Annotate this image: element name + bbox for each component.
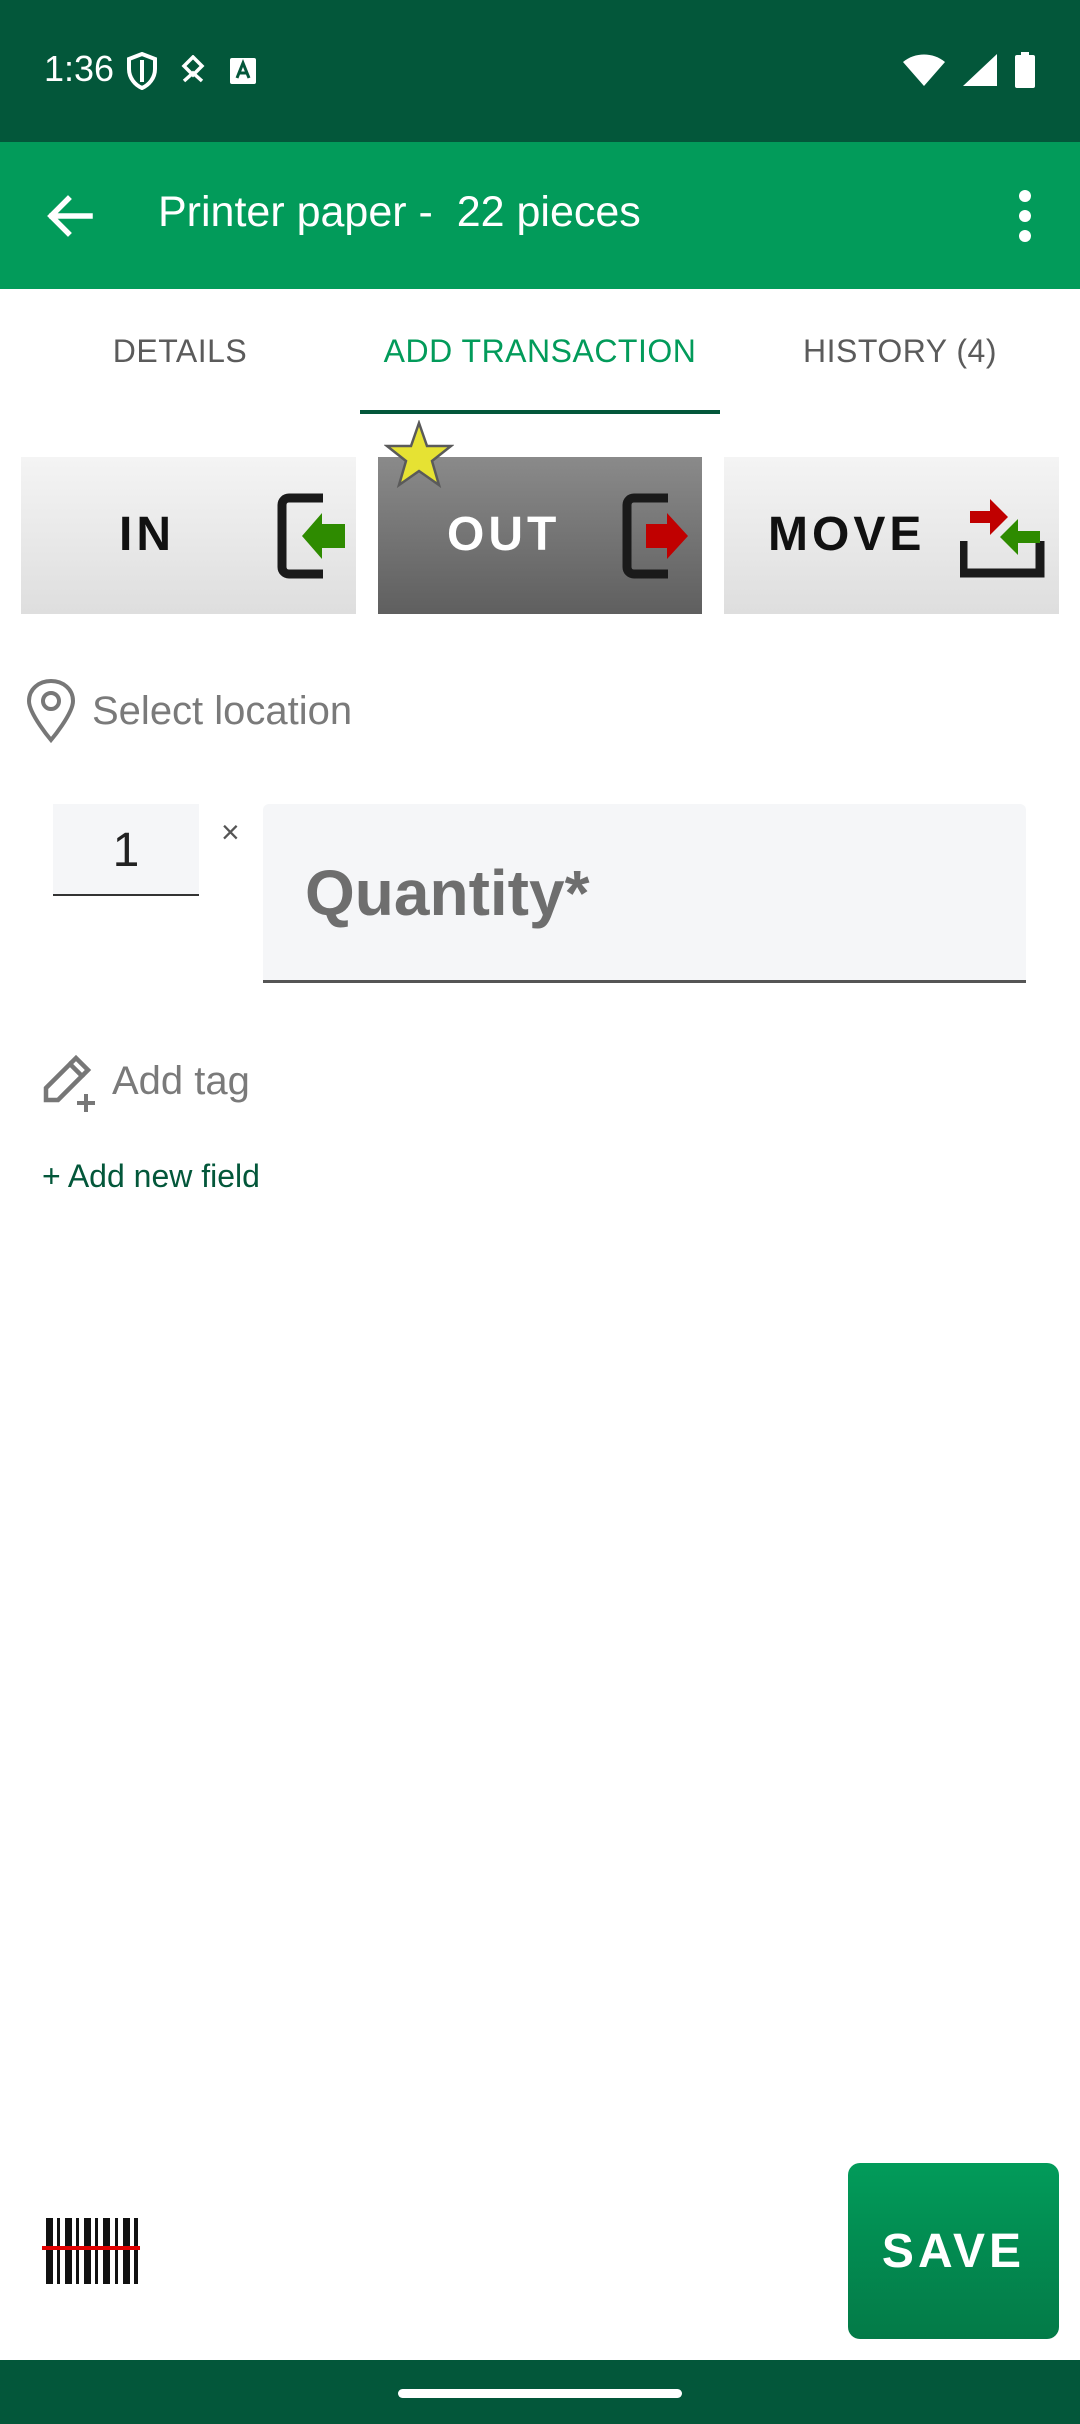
tab-history[interactable]: HISTORY (4) (720, 289, 1080, 414)
location-pin-icon (26, 678, 76, 744)
add-tag-label: Add tag (112, 1058, 250, 1103)
quantity-placeholder: Quantity* (305, 857, 590, 929)
tab-details[interactable]: DETAILS (0, 289, 360, 414)
check-in-icon (277, 493, 345, 579)
status-bar: 1:36 (0, 0, 1080, 142)
home-handle[interactable] (398, 2389, 682, 2398)
add-tag-icon (43, 1054, 95, 1112)
barcode-scan-icon[interactable] (42, 2216, 140, 2286)
status-icons-left (126, 52, 258, 90)
active-tab-indicator (360, 410, 720, 414)
times-symbol: × (221, 814, 240, 850)
wifi-icon (903, 54, 945, 86)
tab-bar: DETAILS ADD TRANSACTION HISTORY (4) (0, 289, 1080, 414)
data-saver-icon (181, 55, 205, 83)
move-button-label: MOVE (768, 508, 926, 561)
battery-icon (1015, 52, 1035, 88)
navigation-bar (0, 2360, 1080, 2424)
more-vert-icon[interactable] (1000, 186, 1050, 246)
add-tag-button[interactable]: Add tag (40, 1048, 250, 1114)
favorite-star-icon (384, 420, 454, 489)
check-out-icon (622, 493, 688, 579)
in-button[interactable]: IN (21, 457, 356, 614)
add-new-field-link[interactable]: + Add new field (42, 1158, 260, 1195)
text-icon (230, 58, 256, 84)
in-button-label: IN (119, 508, 175, 561)
select-location[interactable]: Select location (24, 676, 352, 746)
select-location-label: Select location (92, 688, 353, 733)
status-icons-right (902, 52, 1036, 88)
out-button-label: OUT (447, 508, 561, 561)
page-title: Printer paper - 22 pieces (158, 188, 641, 236)
tab-add-transaction[interactable]: ADD TRANSACTION (360, 289, 720, 414)
multiplier-input[interactable]: 1 (53, 804, 199, 896)
arrow-back-icon[interactable] (40, 186, 100, 246)
app-bar: Printer paper - 22 pieces (0, 142, 1080, 289)
shield-icon (127, 52, 157, 90)
move-button[interactable]: MOVE (724, 457, 1059, 614)
signal-icon (963, 54, 997, 86)
quantity-input[interactable]: Quantity* (263, 804, 1026, 983)
status-time: 1:36 (44, 48, 115, 89)
move-icon (960, 499, 1045, 578)
save-button[interactable]: SAVE (848, 2163, 1059, 2339)
